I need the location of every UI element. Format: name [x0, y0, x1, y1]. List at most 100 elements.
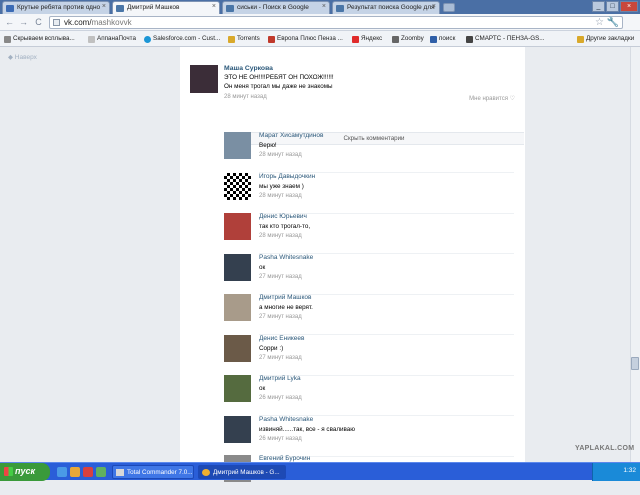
- vk-favicon-icon: [116, 5, 124, 12]
- post-time[interactable]: 28 минут назад: [224, 94, 334, 100]
- tab-4[interactable]: Результат поиска Google для ×: [332, 1, 440, 14]
- comment: Дмитрий Машков а многие не верят. 27 мин…: [224, 294, 514, 335]
- vertical-scrollbar[interactable]: [630, 47, 640, 462]
- avatar[interactable]: [224, 213, 251, 240]
- comment: Pasha Whitesnake ок 27 минут назад: [224, 254, 514, 295]
- new-tab-button[interactable]: [443, 3, 455, 12]
- avatar[interactable]: [224, 132, 251, 159]
- comment-author[interactable]: Денис Юрьевич: [259, 213, 310, 220]
- browser-toolbar: ← → C vk.com/mashkovvk ☆ 🔧: [0, 14, 640, 31]
- start-label: пуск: [15, 466, 36, 476]
- bookmark-item[interactable]: Яндекс: [352, 33, 382, 45]
- total-commander-icon: [116, 469, 124, 476]
- maximize-button[interactable]: □: [606, 1, 619, 12]
- close-tab-icon[interactable]: ×: [432, 3, 436, 10]
- page-icon: [53, 19, 60, 26]
- bookmark-label: Torrents: [237, 35, 260, 42]
- bookmark-item[interactable]: Zoomby: [392, 33, 424, 45]
- post-author[interactable]: Маша Суркова: [224, 65, 334, 72]
- like-button[interactable]: Мне нравится ♡: [469, 95, 515, 102]
- avatar[interactable]: [224, 294, 251, 321]
- comment-author[interactable]: Pasha Whitesnake: [259, 416, 355, 423]
- bookmark-icon: [4, 36, 11, 43]
- start-button[interactable]: пуск: [0, 463, 50, 481]
- comment-time[interactable]: 28 минут назад: [259, 152, 323, 158]
- bookmark-item[interactable]: СМАРТС - ПЕНЗА-GS...: [466, 33, 545, 45]
- url-host: vk.com/: [64, 18, 92, 27]
- comment-time[interactable]: 28 минут назад: [259, 233, 310, 239]
- comment-author[interactable]: Дмитрий Машков: [259, 294, 313, 301]
- comment-author[interactable]: Игорь Давыдочкин: [259, 173, 315, 180]
- close-tab-icon[interactable]: ×: [322, 3, 326, 10]
- folder-icon: [228, 36, 235, 43]
- taskbar-item[interactable]: Total Commander 7.0...: [112, 465, 194, 479]
- comment-author[interactable]: Евгений Бурочин: [259, 455, 310, 462]
- folder-icon: [577, 36, 584, 43]
- comment-time[interactable]: 28 минут назад: [259, 193, 315, 199]
- bookmark-item[interactable]: Salesforce.com - Cust...: [144, 33, 220, 45]
- google-favicon-icon: [226, 5, 234, 12]
- comment-time[interactable]: 27 минут назад: [259, 274, 313, 280]
- tab-title: Крутые ребята против одно: [17, 4, 101, 11]
- bookmark-label: Скрываем всплыва...: [13, 35, 75, 42]
- comment-time[interactable]: 27 минут назад: [259, 355, 304, 361]
- bookmark-label: Европа Плюс Пенза ...: [277, 35, 343, 42]
- taskbar-item-label: Дмитрий Машков - G...: [213, 469, 280, 476]
- avatar[interactable]: [224, 254, 251, 281]
- bookmark-item[interactable]: Скрываем всплыва...: [4, 33, 75, 45]
- taskbar-item[interactable]: Дмитрий Машков - G...: [198, 465, 286, 479]
- comment-author[interactable]: Pasha Whitesnake: [259, 254, 313, 261]
- comment-author[interactable]: Дмитрий Lyka: [259, 375, 302, 382]
- clock[interactable]: 1:32: [623, 467, 636, 474]
- scroll-to-top-link[interactable]: ◆ Наверх: [8, 53, 37, 61]
- bookmark-item[interactable]: Европа Плюс Пенза ...: [268, 33, 343, 45]
- url-text[interactable]: vk.com/mashkovvk: [64, 18, 132, 27]
- back-button[interactable]: ←: [4, 17, 15, 28]
- qr-code-avatar[interactable]: [224, 173, 251, 200]
- tab-title: сиськи - Поиск в Google: [237, 4, 309, 11]
- url-path: mashkovvk: [91, 18, 132, 27]
- quicklaunch-icon[interactable]: [57, 467, 67, 477]
- avatar[interactable]: [190, 65, 218, 93]
- comment: Марат Хисамутдинов Верю! 28 минут назад: [224, 132, 514, 173]
- comment-time[interactable]: 26 минут назад: [259, 436, 355, 442]
- tab-2[interactable]: Дмитрий Машков ×: [112, 1, 220, 14]
- bookmark-label: Другие закладки: [586, 35, 635, 42]
- quicklaunch-icon[interactable]: [70, 467, 80, 477]
- comment-author[interactable]: Денис Еникеев: [259, 335, 304, 342]
- watermark: YAPLAKAL.COM: [575, 445, 635, 452]
- avatar[interactable]: [224, 375, 251, 402]
- other-bookmarks[interactable]: Другие закладки: [577, 33, 634, 45]
- comment-time[interactable]: 26 минут назад: [259, 395, 302, 401]
- tab-1[interactable]: Крутые ребята против одно ×: [2, 1, 110, 14]
- avatar[interactable]: [224, 416, 251, 443]
- post-text-line: ЭТО НЕ ОН!!!!РЕБЯТ ОН ПОХОЖ!!!!!!: [224, 74, 334, 81]
- bookmark-star-icon[interactable]: ☆: [595, 17, 604, 28]
- window-controls: _ □ ×: [592, 1, 638, 12]
- comment-text: извиняй......так, все - я сваливаю: [259, 426, 356, 433]
- minimize-button[interactable]: _: [592, 1, 605, 12]
- post-text-line: Он меня трогал мы даже не знакомы: [224, 83, 333, 90]
- google-favicon-icon: [336, 5, 344, 12]
- comment-text: а многие не верят.: [259, 304, 313, 311]
- wrench-menu-icon[interactable]: 🔧: [607, 17, 619, 28]
- close-tab-icon[interactable]: ×: [102, 3, 106, 10]
- tab-3[interactable]: сиськи - Поиск в Google ×: [222, 1, 330, 14]
- bookmark-item[interactable]: АппанаПочта: [88, 33, 136, 45]
- comment: Денис Юрьевич так кто трогал-то, 28 мину…: [224, 213, 514, 254]
- bookmark-item[interactable]: Torrents: [228, 33, 260, 45]
- avatar[interactable]: [224, 335, 251, 362]
- quicklaunch-icon[interactable]: [96, 467, 106, 477]
- close-window-button[interactable]: ×: [620, 1, 638, 12]
- comment-time[interactable]: 27 минут назад: [259, 314, 313, 320]
- comment-author[interactable]: Марат Хисамутдинов: [259, 132, 323, 139]
- address-bar[interactable]: vk.com/mashkovvk ☆ 🔧: [49, 16, 623, 29]
- forward-button[interactable]: →: [18, 17, 29, 28]
- reload-button[interactable]: C: [33, 17, 44, 28]
- bookmark-item[interactable]: поиск: [430, 33, 455, 45]
- scrollbar-thumb[interactable]: [631, 357, 639, 370]
- quicklaunch-icon[interactable]: [83, 467, 93, 477]
- comment-text: ок: [259, 385, 266, 392]
- close-tab-icon[interactable]: ×: [212, 3, 216, 10]
- bookmark-icon: [88, 36, 95, 43]
